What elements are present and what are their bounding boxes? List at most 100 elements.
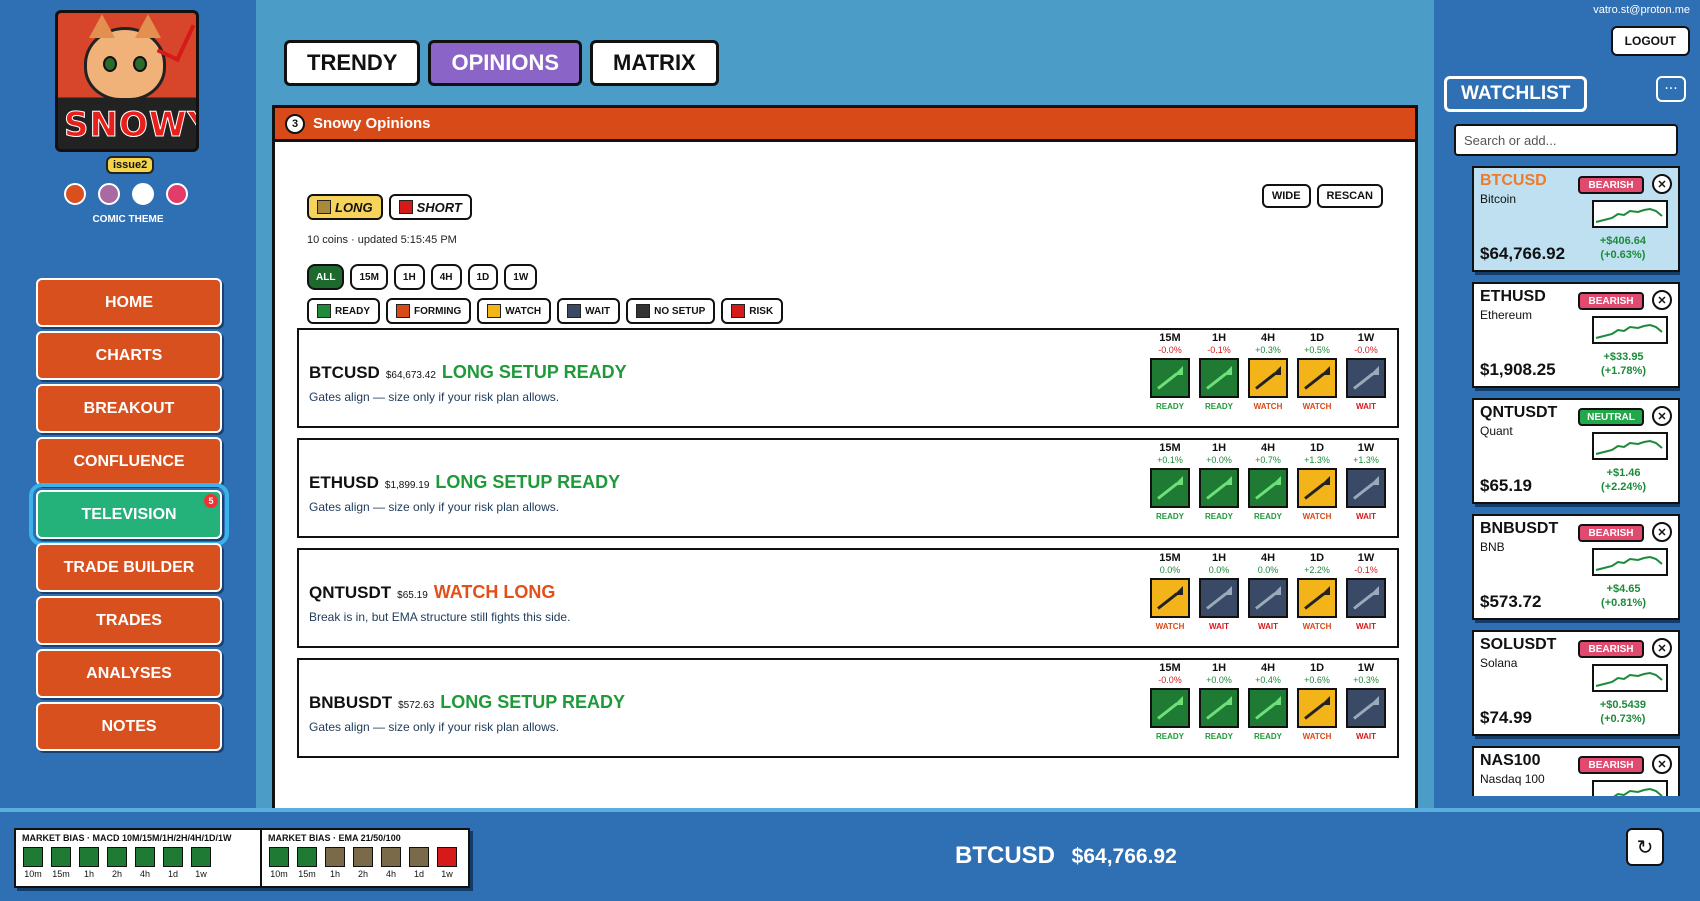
tf-cell[interactable]: 1D +1.3% WATCH [1296,442,1338,521]
close-icon[interactable]: ✕ [1652,290,1672,310]
tf-cell[interactable]: 15M -0.0% READY [1149,662,1191,741]
wide-button[interactable]: WIDE [1261,184,1311,208]
tf-cell[interactable]: 1H +0.0% READY [1198,662,1240,741]
tf-change: +0.5% [1304,345,1330,355]
tf-label: 1D [1309,662,1325,674]
close-icon[interactable]: ✕ [1652,638,1672,658]
coin-card[interactable]: BTCUSD $64,673.42 LONG SETUP READY Gates al… [297,328,1399,428]
more-icon[interactable]: ··· [1656,76,1686,102]
tf-cell[interactable]: 4H +0.3% WATCH [1247,332,1289,411]
watchlist-card[interactable]: ETHUSD Ethereum BEARISH ✕ $1,908.25 +$33.95 (+… [1472,282,1680,388]
tf-filter-1d[interactable]: 1D [467,264,499,290]
tf-cell[interactable]: 1W +1.3% WAIT [1345,442,1387,521]
coin-card[interactable]: ETHUSD $1,899.19 LONG SETUP READY Gates ali… [297,438,1399,538]
tab-matrix[interactable]: MATRIX [590,40,719,86]
nav-television[interactable]: TELEVISION 5 [29,483,229,546]
short-button[interactable]: SHORT [388,194,472,220]
filter-no-setup[interactable]: NO SETUP [626,298,716,324]
filter-watch[interactable]: WATCH [477,298,552,324]
tf-filter-1h[interactable]: 1H [393,264,425,290]
tf-filter-1w[interactable]: 1W [504,264,538,290]
rescan-button[interactable]: RESCAN [1316,184,1383,208]
issue-badge[interactable]: issue2 [106,156,155,174]
coin-card[interactable]: QNTUSDT $65.19 WATCH LONG Break is in, but … [297,548,1399,648]
long-button[interactable]: LONG [307,194,383,220]
nav-breakout[interactable]: BREAKOUT [36,384,222,433]
coin-status: LONG SETUP READY [441,362,627,382]
tf-filter-15m[interactable]: 15M [350,264,388,290]
tf-label: 15M [1159,662,1181,674]
theme-swatch[interactable] [98,183,120,205]
tf-cell[interactable]: 1W +0.3% WAIT [1345,662,1387,741]
filter-forming[interactable]: FORMING [386,298,472,324]
tf-cell[interactable]: 15M -0.0% READY [1149,332,1191,411]
watchlist-search-input[interactable]: Search or add... [1454,124,1678,156]
coin-symbol: BTCUSD [309,363,380,382]
nav-label: CHARTS [95,346,163,364]
nav-confluence[interactable]: CONFLUENCE [36,437,222,486]
watch-change-pct: (+0.81%) [1601,597,1646,609]
nav-notes[interactable]: NOTES [36,702,222,751]
watchlist-card[interactable]: QNTUSDT Quant NEUTRAL ✕ $65.19 +$1.46 (+2.24%) [1472,398,1680,504]
short-label: SHORT [416,199,462,215]
ready-state-icon [1199,468,1239,508]
coin-symbol: QNTUSDT [309,583,392,602]
tf-label: 1W [1357,552,1375,564]
tf-filter-all[interactable]: ALL [307,264,345,290]
tab-trendy[interactable]: TRENDY [284,40,421,86]
filter-label: FORMING [414,305,462,317]
watch-change-abs: +$4.65 [1606,583,1641,595]
refresh-icon[interactable]: ↻ [1626,828,1664,866]
watchlist-title[interactable]: WATCHLIST [1444,76,1588,112]
watchlist-card[interactable]: NAS100 Nasdaq 100 BEARISH ✕ [1472,746,1680,796]
watchlist-items: BTCUSD Bitcoin BEARISH ✕ $64,766.92 +$406.64 (… [1472,166,1680,796]
tf-cell[interactable]: 1W -0.1% WAIT [1345,552,1387,631]
nav-trades[interactable]: TRADES [36,596,222,645]
coin-price: $64,673.42 [385,370,436,381]
theme-swatch[interactable] [64,183,86,205]
tf-cell[interactable]: 15M +0.1% READY [1149,442,1191,521]
view-tabs: TRENDY OPINIONS MATRIX [284,40,719,86]
sparkline-chart [1592,200,1668,228]
theme-swatch[interactable] [132,183,154,205]
close-icon[interactable]: ✕ [1652,406,1672,426]
tab-opinions[interactable]: OPINIONS [428,40,583,86]
watch-state-icon [1297,688,1337,728]
watch-symbol: NAS100 [1480,752,1541,769]
close-icon[interactable]: ✕ [1652,754,1672,774]
tf-cell[interactable]: 1H +0.0% READY [1198,442,1240,521]
theme-swatch[interactable] [166,183,188,205]
tf-cell[interactable]: 15M 0.0% WATCH [1149,552,1191,631]
filter-wait[interactable]: WAIT [557,298,621,324]
tf-cell[interactable]: 1D +2.2% WATCH [1296,552,1338,631]
watch-name: Quant [1480,424,1513,438]
close-icon[interactable]: ✕ [1652,522,1672,542]
tf-cell[interactable]: 4H 0.0% WAIT [1247,552,1289,631]
nav-analyses[interactable]: ANALYSES [36,649,222,698]
filter-risk[interactable]: RISK [721,298,784,324]
close-icon[interactable]: ✕ [1652,174,1672,194]
tf-filter-4h[interactable]: 4H [430,264,462,290]
ema-bias-card[interactable]: MARKET BIAS · EMA 21/50/100 10m 15m 1h 2h 4h… [260,828,470,888]
tf-cell[interactable]: 1H 0.0% WAIT [1198,552,1240,631]
snowy-logo[interactable]: SNOWY [55,10,199,152]
tf-change: +0.3% [1255,345,1281,355]
tf-cell[interactable]: 1H -0.1% READY [1198,332,1240,411]
nav-trade-builder[interactable]: TRADE BUILDER [36,543,222,592]
nav-home[interactable]: HOME [36,278,222,327]
macd-bias-card[interactable]: MARKET BIAS · MACD 10M/15M/1H/2H/4H/1D/1… [14,828,262,888]
bias-cell: 2h [352,847,374,879]
tf-cell[interactable]: 1D +0.5% WATCH [1296,332,1338,411]
watch-change: +$1.46 (+2.24%) [1601,466,1646,494]
watchlist-card[interactable]: BTCUSD Bitcoin BEARISH ✕ $64,766.92 +$406.64 (… [1472,166,1680,272]
tf-cell[interactable]: 4H +0.7% READY [1247,442,1289,521]
nav-charts[interactable]: CHARTS [36,331,222,380]
logout-button[interactable]: LOGOUT [1610,26,1690,56]
watchlist-card[interactable]: BNBUSDT BNB BEARISH ✕ $573.72 +$4.65 (+0.81%) [1472,514,1680,620]
watchlist-card[interactable]: SOLUSDT Solana BEARISH ✕ $74.99 +$0.5439 (+0.7… [1472,630,1680,736]
tf-cell[interactable]: 1W -0.0% WAIT [1345,332,1387,411]
tf-cell[interactable]: 4H +0.4% READY [1247,662,1289,741]
coin-card[interactable]: BNBUSDT $572.63 LONG SETUP READY Gates alig… [297,658,1399,758]
filter-ready[interactable]: READY [307,298,381,324]
tf-cell[interactable]: 1D +0.6% WATCH [1296,662,1338,741]
